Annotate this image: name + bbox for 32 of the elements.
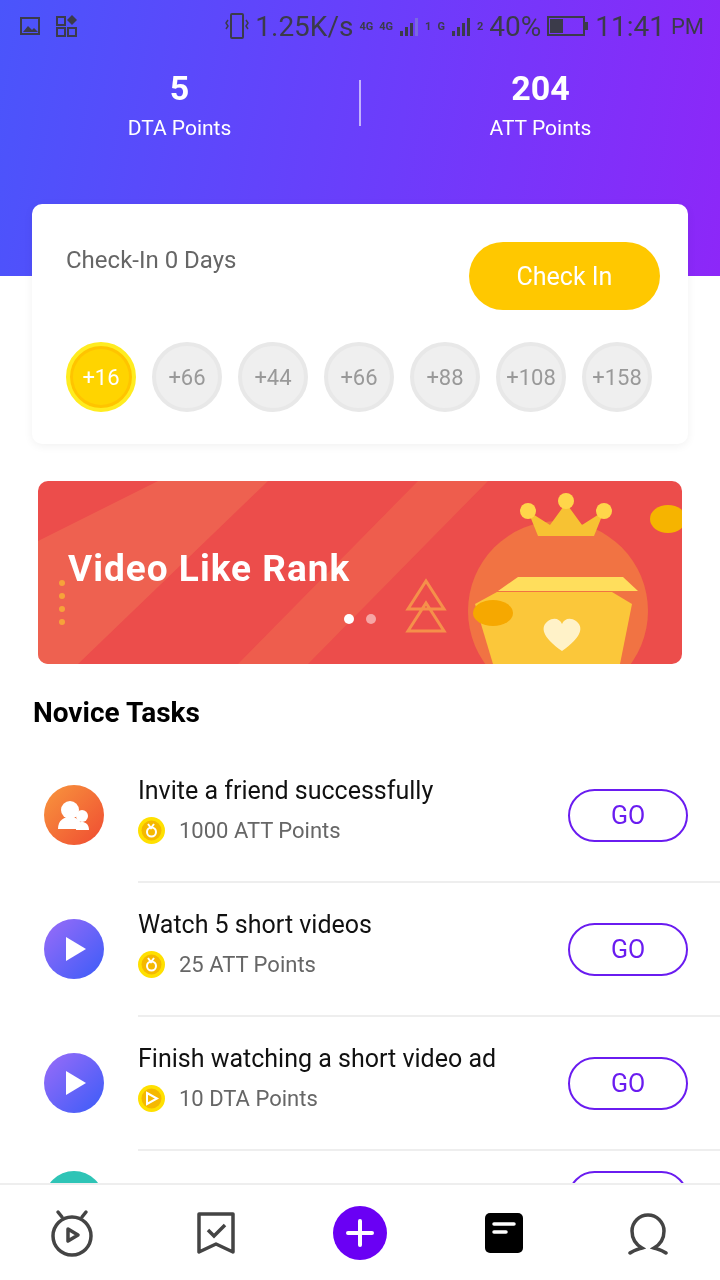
- task-reward: 1000 ATT Points: [179, 818, 341, 843]
- network-type: G: [437, 19, 445, 33]
- reward-coin: +158: [582, 342, 652, 412]
- points-label: DTA Points: [127, 116, 232, 140]
- go-button[interactable]: GO: [568, 1056, 688, 1110]
- reward-coin: +66: [324, 342, 394, 412]
- reward-coin: +44: [238, 342, 308, 412]
- points-value: 204: [511, 67, 570, 110]
- points-label: ATT Points: [489, 116, 592, 140]
- task-title: Invite a friend successfully: [138, 776, 435, 805]
- task-reward: 25 ATT Points: [179, 952, 316, 977]
- network-type: 4G: [379, 19, 394, 33]
- network-type: 4G: [359, 19, 374, 33]
- sim-slot: 1: [425, 19, 432, 33]
- reward-coin: +66: [152, 342, 222, 412]
- battery-percent: 40%: [489, 9, 542, 43]
- go-button[interactable]: GO: [568, 922, 688, 976]
- banner-title: Video Like Rank: [68, 547, 351, 590]
- reward-coin: +108: [496, 342, 566, 412]
- task-reward: 10 DTA Points: [179, 1086, 318, 1111]
- network-speed: 1.25K/s: [255, 9, 354, 43]
- task-title: Watch 5 short videos: [138, 910, 373, 939]
- clock-period: PM: [670, 13, 704, 39]
- reward-coin: +16: [66, 342, 136, 412]
- go-button[interactable]: GO: [568, 788, 688, 842]
- checkin-title: Check-In 0 Days: [66, 246, 237, 274]
- section-heading: Novice Tasks: [33, 696, 201, 729]
- sim-slot: 2: [476, 19, 484, 33]
- clock: 11:41: [595, 9, 665, 43]
- reward-coin: +88: [410, 342, 480, 412]
- task-title: Finish watching a short video ad: [138, 1044, 498, 1073]
- points-value: 5: [169, 67, 190, 110]
